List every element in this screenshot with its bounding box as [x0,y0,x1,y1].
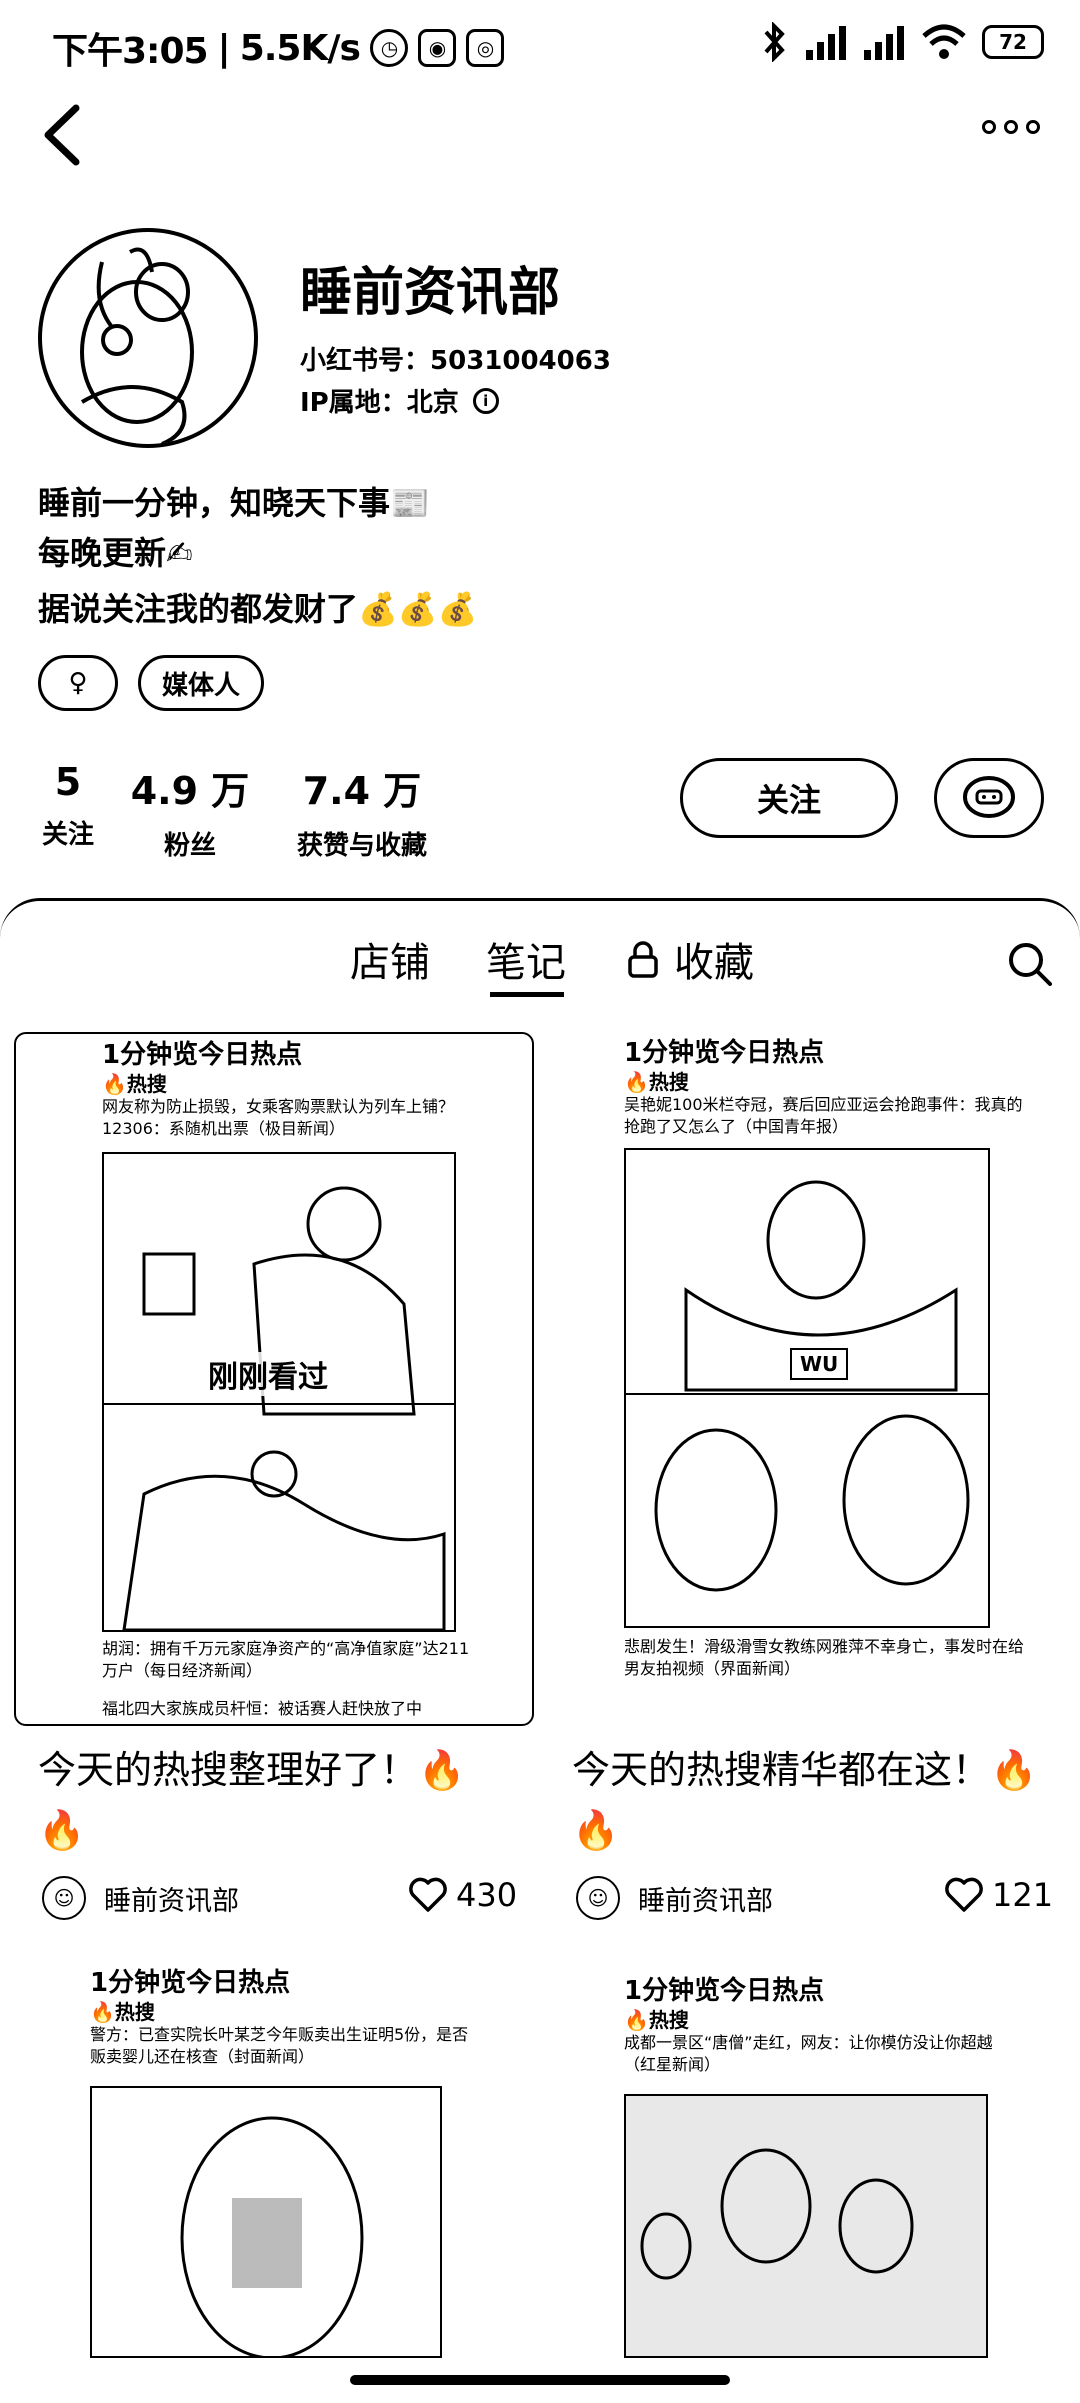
status-divider: | [217,27,231,69]
tab-collections-label: 收藏 [674,940,754,986]
note-card-image[interactable]: 1分钟览今日热点 🔥热搜 网友称为防止损毁，女乘客购票默认为列车上铺？12306… [14,1032,534,1726]
profile-name: 睡前资讯部 [300,263,561,323]
more-options-icon[interactable] [982,120,1040,134]
tab-store[interactable]: 店铺 [350,930,430,988]
stat-followers-value: 4.9 万 [130,769,250,813]
back-icon[interactable] [36,100,96,170]
note-caption-2: 悲剧发生！滑级滑雪女教练网雅萍不幸身亡，事发时在给男友拍视频（界面新闻） [624,1637,1025,1678]
wifi-icon [922,24,966,59]
note-subheader: 🔥热搜 [102,1072,167,1096]
alarm-icon: ◷ [369,29,408,67]
profile-ip-label: IP属地： [300,388,407,418]
app-notification-icon: ◎ [465,29,504,67]
lock-icon [628,941,658,978]
author-name: 睡前资讯部 [638,1885,773,1917]
author-name: 睡前资讯部 [104,1885,239,1917]
profile-ip-row: IP属地： 北京 i [300,382,499,419]
heart-icon [409,1877,447,1912]
gender-tag: ♀ [38,655,118,711]
note-subheader: 🔥热搜 [90,2000,155,2024]
occupation-tag: 媒体人 [138,655,264,711]
like-count: 430 [456,1876,518,1914]
stat-likes[interactable]: 7.4 万 获赞与收藏 [282,760,442,862]
author-avatar: ☺ [42,1876,86,1920]
note-subheader: 🔥热搜 [624,2008,689,2032]
note-photo [624,1148,990,1628]
note-photo [624,2094,988,2358]
profile-id-row: 小红书号：5031004063 [300,340,611,377]
note-caption: 警方：已查实院长叶某芝今年贩卖出生证明5份，是否贩卖婴儿还在核查（封面新闻） [90,2025,469,2066]
note-author[interactable]: ☺ 睡前资讯部 [42,1876,239,1920]
profile-ip-value: 北京 [406,388,459,418]
notification-icon: ◉ [417,29,456,67]
bio-line-3: 据说关注我的都发财了💰💰💰 [38,590,478,628]
status-time: 下午3:05 [52,31,209,72]
note-card-image[interactable]: 1分钟览今日热点 🔥热搜 警方：已查实院长叶某芝今年贩卖出生证明5份，是否贩卖婴… [14,1958,534,2358]
note-card-image[interactable]: 1分钟览今日热点 🔥热搜 成都一景区“唐僧”走红，网友：让你模仿没让你超越（红星… [548,1958,1068,2358]
search-icon[interactable] [1006,940,1054,988]
stat-following[interactable]: 5 关注 [30,760,106,851]
note-title[interactable]: 今天的热搜精华都在这！🔥🔥 [572,1740,1042,1860]
message-button[interactable] [934,758,1044,838]
note-card-image[interactable]: 1分钟览今日热点 🔥热搜 吴艳妮100米栏夺冠，赛后回应亚运会抢跑事件：我真的抢… [548,1032,1068,1726]
stat-followers[interactable]: 4.9 万 粉丝 [130,760,250,862]
tab-collections[interactable]: 收藏 [626,930,754,988]
note-caption-3: 福北四大家族成员杆恒：被话赛人赶快放了中 [102,1699,423,1718]
stat-following-value: 5 [54,760,82,804]
note-header: 1分钟览今日热点 [624,1976,825,2006]
note-title[interactable]: 今天的热搜整理好了！🔥🔥 [38,1740,508,1860]
stat-followers-label: 粉丝 [163,831,216,861]
stat-likes-label: 获赞与收藏 [296,831,427,861]
like-button[interactable]: 430 [408,1876,517,1914]
note-photo [90,2086,442,2358]
like-button[interactable]: 121 [944,1876,1053,1914]
note-caption-2: 胡润：拥有千万元家庭净资产的“高净值家庭”达211万户（每日经济新闻） [102,1639,470,1680]
note-subheader: 🔥热搜 [624,1070,689,1094]
status-bar-left: 下午3:05 | 5.5K/s ◷ ◉ ◎ [52,22,504,74]
avatar[interactable] [38,228,258,448]
note-caption: 成都一景区“唐僧”走红，网友：让你模仿没让你超越（红星新闻） [624,2033,993,2074]
tab-notes-underline [490,992,564,997]
athlete-bib: WU [790,1348,849,1380]
stat-likes-value: 7.4 万 [302,769,422,813]
bluetooth-icon [764,22,785,62]
network-speed: 5.5K/s [239,27,361,69]
note-header: 1分钟览今日热点 [90,1968,291,1998]
note-header: 1分钟览今日热点 [624,1038,825,1068]
recently-viewed-label: 刚刚看过 [202,1352,334,1396]
stat-following-label: 关注 [41,820,94,850]
signal-icon [806,26,846,60]
follow-button[interactable]: 关注 [680,758,898,838]
note-caption: 网友称为防止损毁，女乘客购票默认为列车上铺？12306：系随机出票（极目新闻） [102,1097,455,1138]
note-header: 1分钟览今日热点 [102,1040,303,1070]
like-count: 121 [992,1876,1054,1914]
bio-line-2: 每晚更新✍ [38,534,193,572]
home-indicator[interactable] [350,2375,730,2385]
heart-icon [945,1877,983,1912]
profile-id-label: 小红书号： [300,346,431,376]
note-caption: 吴艳妮100米栏夺冠，赛后回应亚运会抢跑事件：我真的抢跑了又怎么了（中国青年报） [624,1095,1023,1136]
note-author[interactable]: ☺ 睡前资讯部 [576,1876,773,1920]
battery-icon: 72 [982,25,1044,59]
tab-notes[interactable]: 笔记 [486,930,566,988]
bio-line-1: 睡前一分钟，知晓天下事📰 [38,484,430,522]
info-icon[interactable]: i [472,387,499,414]
chat-icon [963,776,1015,818]
author-avatar: ☺ [576,1876,620,1920]
status-bar-right: 72 [760,22,1044,62]
tab-bar: 店铺 笔记 收藏 [0,930,1080,1000]
profile-id-value: 5031004063 [430,346,611,376]
signal-icon-2 [864,26,904,60]
